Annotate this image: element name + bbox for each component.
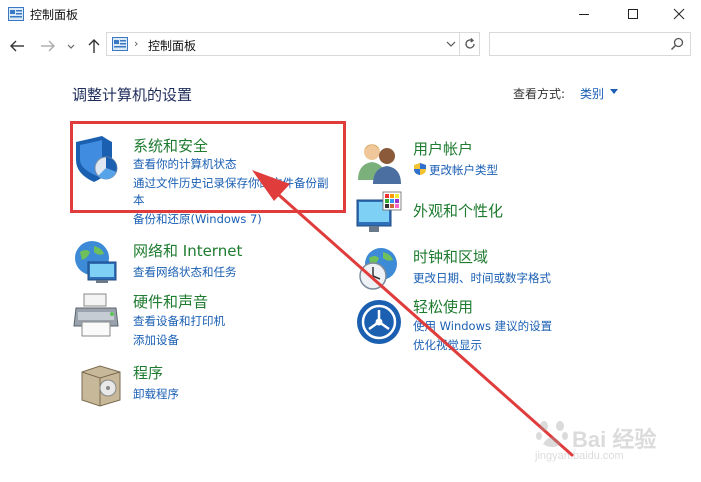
recent-locations-chevron-icon[interactable] <box>64 36 78 56</box>
users-icon[interactable] <box>355 136 405 186</box>
refresh-icon <box>464 38 475 49</box>
programs-box-icon[interactable] <box>76 358 126 408</box>
refresh-button[interactable] <box>460 32 480 56</box>
link-use-windows-recommended[interactable]: 使用 Windows 建议的设置 <box>413 318 552 334</box>
category-title-appearance[interactable]: 外观和个性化 <box>413 200 503 221</box>
link-view-network-status[interactable]: 查看网络状态和任务 <box>133 264 237 280</box>
network-globe-icon[interactable] <box>72 238 122 288</box>
category-title-programs[interactable]: 程序 <box>133 362 163 383</box>
paw-logo-icon <box>536 421 568 447</box>
link-view-devices-printers[interactable]: 查看设备和打印机 <box>133 313 225 329</box>
link-change-account-type[interactable]: 更改帐户类型 <box>429 162 498 178</box>
maximize-button[interactable] <box>610 0 656 28</box>
ease-of-access-icon[interactable] <box>355 298 405 348</box>
link-change-date-time-format[interactable]: 更改日期、时间或数字格式 <box>413 270 551 286</box>
close-button[interactable] <box>656 0 701 28</box>
uac-shield-icon <box>414 163 426 175</box>
view-by-dropdown[interactable]: 类别 <box>580 85 604 102</box>
baidu-jingyan-watermark: Bai 经验 jingyan.baidu.com <box>535 408 675 468</box>
category-title-network-internet[interactable]: 网络和 Internet <box>133 240 242 261</box>
link-optimize-visual-display[interactable]: 优化视觉显示 <box>413 337 482 353</box>
window-title: 控制面板 <box>30 8 79 22</box>
category-title-user-accounts[interactable]: 用户帐户 <box>413 138 473 159</box>
link-backup-restore[interactable]: 备份和还原(Windows 7) <box>133 211 262 227</box>
search-input[interactable] <box>489 32 691 56</box>
breadcrumb-separator: › <box>134 37 139 50</box>
link-add-device[interactable]: 添加设备 <box>133 332 179 348</box>
back-arrow-icon[interactable] <box>8 36 28 56</box>
view-by-label: 查看方式: <box>513 87 566 101</box>
search-icon[interactable] <box>670 37 684 51</box>
dropdown-triangle-icon[interactable] <box>610 89 618 95</box>
category-title-ease-of-access[interactable]: 轻松使用 <box>413 296 473 317</box>
category-title-hardware-sound[interactable]: 硬件和声音 <box>133 291 208 312</box>
up-arrow-icon[interactable] <box>84 36 104 56</box>
control-panel-icon <box>8 7 24 21</box>
maximize-icon <box>628 9 638 19</box>
address-bar[interactable]: › 控制面板 <box>106 32 460 56</box>
close-icon <box>673 8 685 20</box>
category-title-clock-region[interactable]: 时钟和区域 <box>413 246 488 267</box>
chevron-down-icon[interactable] <box>444 37 458 51</box>
monitor-palette-icon[interactable] <box>355 190 405 240</box>
minimize-button[interactable] <box>561 0 607 28</box>
page-title: 调整计算机的设置 <box>72 86 193 104</box>
title-bar: 控制面板 <box>0 0 701 30</box>
navigation-bar: › 控制面板 <box>0 30 701 62</box>
breadcrumb-control-panel[interactable]: 控制面板 <box>148 37 196 54</box>
watermark-url: jingyan.baidu.com <box>535 450 624 462</box>
annotation-highlight-box <box>70 121 346 213</box>
forward-arrow-icon[interactable] <box>38 36 58 56</box>
printer-icon[interactable] <box>72 292 122 342</box>
minimize-icon <box>579 14 589 15</box>
control-panel-icon <box>112 37 128 51</box>
clock-globe-icon[interactable] <box>355 244 405 294</box>
link-uninstall-program[interactable]: 卸载程序 <box>133 386 179 402</box>
